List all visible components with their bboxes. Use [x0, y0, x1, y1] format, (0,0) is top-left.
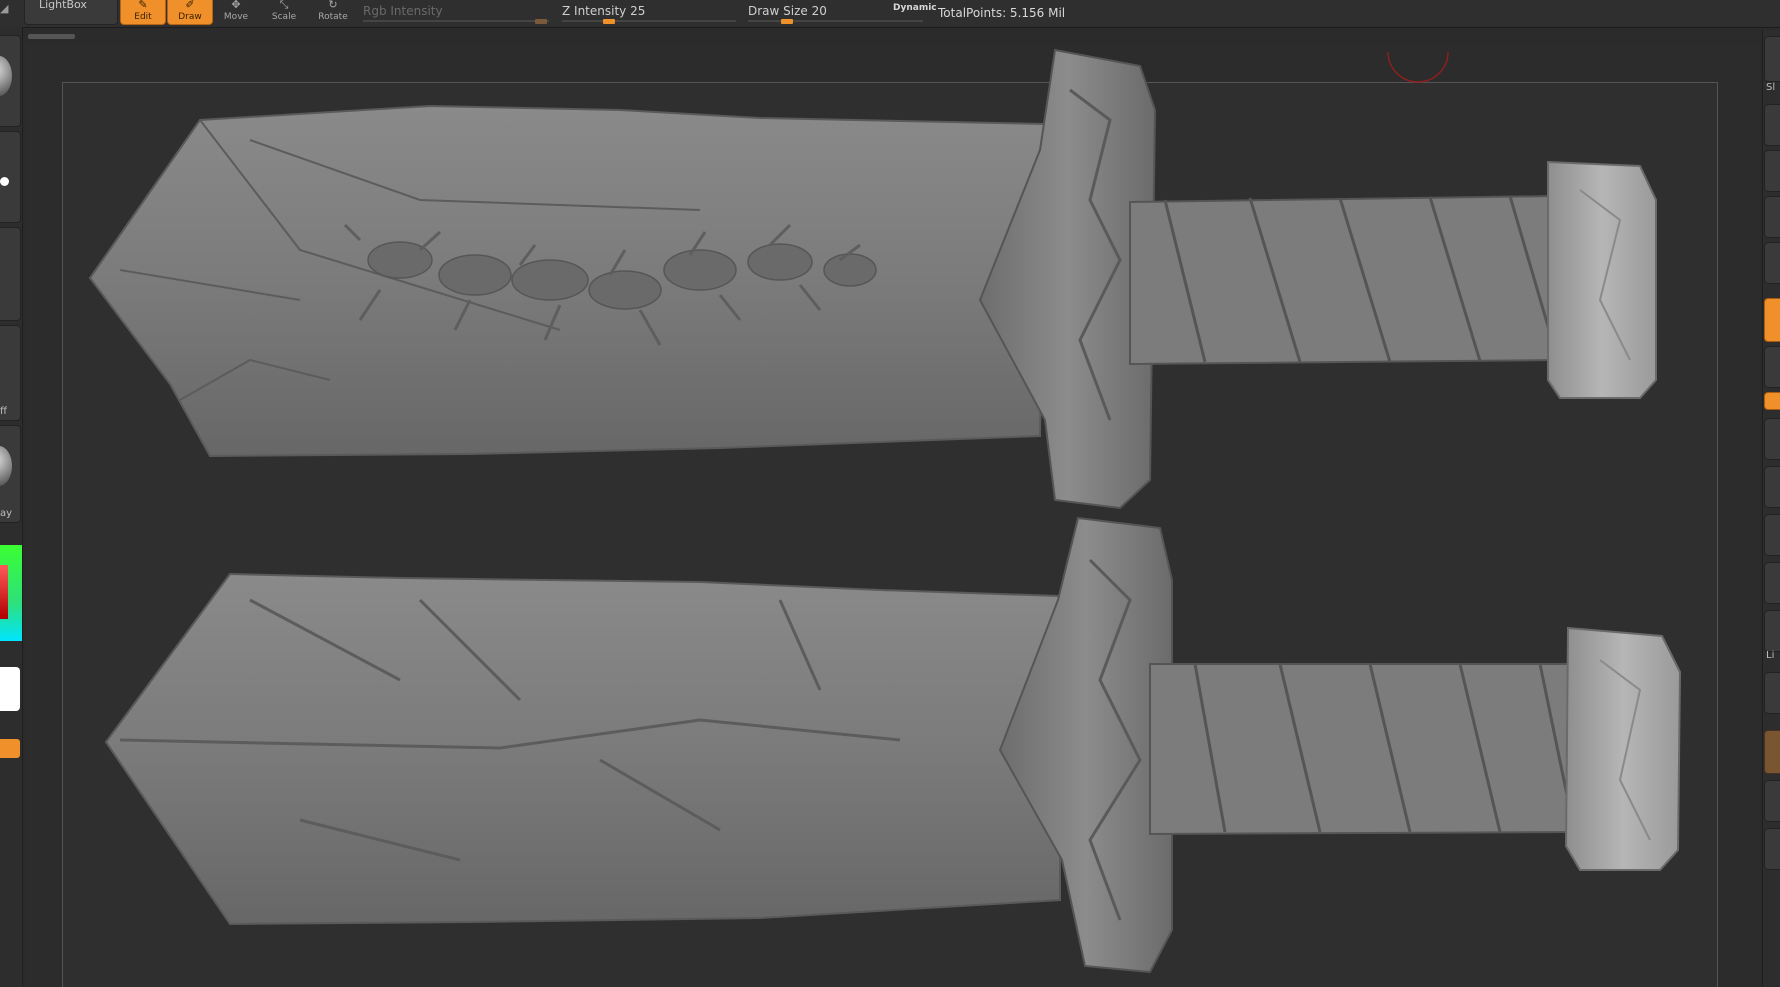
gizmo-ring-icon[interactable]	[1387, 51, 1449, 83]
right-tool-1[interactable]	[1764, 104, 1780, 146]
sword-bottom-blade	[104, 572, 1061, 926]
right-tool-11[interactable]	[1764, 672, 1780, 714]
sword-top[interactable]	[88, 48, 1657, 510]
right-tool-10[interactable]	[1764, 610, 1780, 652]
right-tool-active[interactable]	[1764, 298, 1780, 342]
right-shelf-thumb[interactable]	[1764, 36, 1780, 82]
right-tool-6[interactable]	[1764, 418, 1780, 460]
sword-bottom[interactable]	[104, 516, 1682, 974]
sword-top-guard	[978, 48, 1157, 510]
right-tool-12[interactable]	[1764, 780, 1780, 822]
right-tool-8[interactable]	[1764, 514, 1780, 556]
right-tool-13[interactable]	[1764, 828, 1780, 870]
right-tool-7[interactable]	[1764, 466, 1780, 508]
right-tool-2[interactable]	[1764, 150, 1780, 192]
sword-models[interactable]	[0, 0, 1762, 986]
right-tool-5[interactable]	[1764, 346, 1780, 388]
sword-bottom-grip	[1149, 663, 1574, 836]
right-tool-3[interactable]	[1764, 196, 1780, 238]
right-tool-9[interactable]	[1764, 562, 1780, 604]
right-toggle-active[interactable]	[1764, 392, 1780, 410]
sword-bottom-pommel	[1564, 626, 1682, 871]
sword-top-grip	[1129, 194, 1562, 366]
right-tool-brown[interactable]	[1764, 730, 1780, 774]
sword-top-pommel	[1547, 160, 1657, 399]
sword-bottom-guard	[998, 516, 1173, 974]
right-tool-4[interactable]	[1764, 242, 1780, 284]
right-shelf: Sl Li	[1762, 30, 1780, 986]
right-shelf-label-2: Li	[1766, 650, 1775, 661]
right-shelf-label: Sl	[1766, 82, 1776, 93]
